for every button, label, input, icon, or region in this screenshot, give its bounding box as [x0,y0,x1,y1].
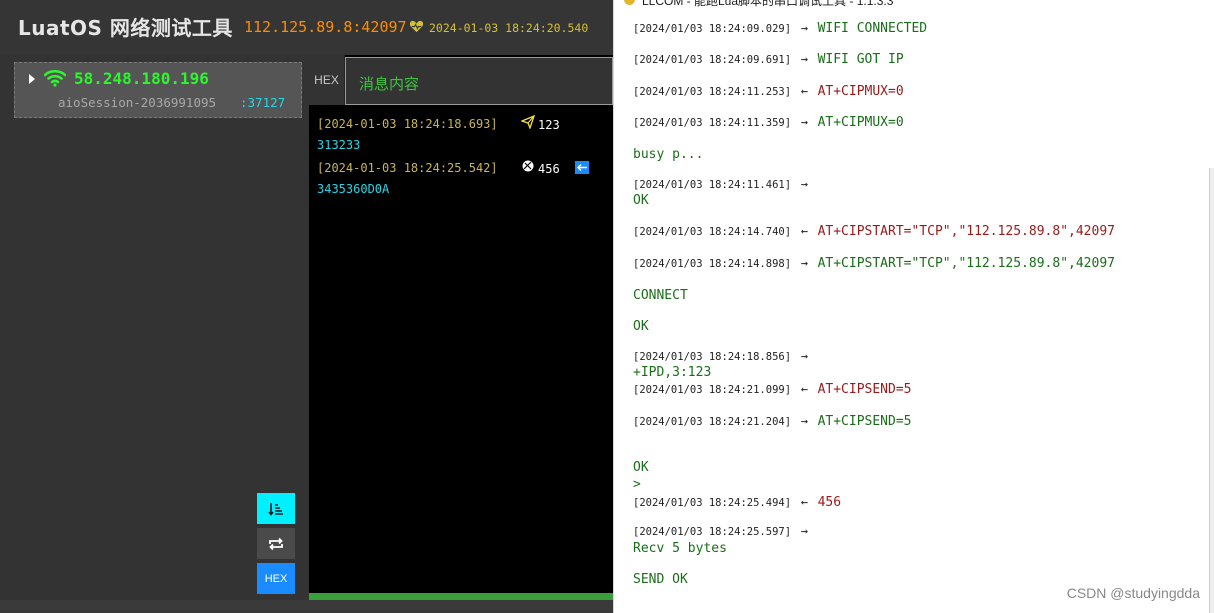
client-session-card[interactable]: 58.248.180.196 aioSession-2036991095 :37… [14,62,302,118]
watermark: CSDN @studyingdda [1066,585,1200,601]
log-text: AT+CIPSEND=5 [817,414,912,429]
message-text: 123 [538,118,560,132]
message-input[interactable]: 消息内容 [345,57,613,105]
message-text: 456 [538,162,560,176]
log-timestamp: [2024/01/03 18:24:21.204] [633,416,792,428]
log-timestamp: [2024/01/03 18:24:11.461] [633,179,792,191]
log-text: AT+CIPSTART="TCP","112.125.89.8",42097 [817,224,1115,239]
log-timestamp: [2024/01/03 18:24:09.029] [633,23,792,35]
log-line: Recv 5 bytes [633,537,727,556]
log-text: OK [633,319,649,334]
log-text: AT+CIPSTART="TCP","112.125.89.8",42097 [817,256,1115,271]
repeat-icon [269,537,283,550]
message-time: [2024-01-03 18:24:18.693] [317,117,498,131]
send-icon [521,115,535,129]
log-text: WIFI CONNECTED [817,21,928,36]
log-line: [2024/01/03 18:24:21.204] → AT+CIPSEND=5 [633,410,911,429]
log-scrollbar[interactable] [1209,168,1214,613]
log-line: [2024/01/03 18:24:09.691] → WIFI GOT IP [633,48,904,67]
log-text: busy p... [633,147,704,162]
session-name: aioSession-2036991095 [58,95,217,110]
llcom-logo-icon [624,0,635,5]
luatos-header: LuatOS 网络测试工具 112.125.89.8:42097 2024-01… [0,0,613,55]
log-line: [2024/01/03 18:24:11.253] ← AT+CIPMUX=0 [633,80,904,99]
message-list: [2024-01-03 18:24:18.693] 123 313233 [20… [317,114,609,202]
session-port: :37127 [240,95,286,110]
log-timestamp: [2024/01/03 18:24:14.740] [633,226,792,238]
log-line: [2024/01/03 18:24:11.359] → AT+CIPMUX=0 [633,111,904,130]
llcom-title: LLCOM - 能跑Lua脚本的串口调试工具 - 1.1.3.3 [642,0,894,8]
hex-toggle-button[interactable]: HEX [257,563,295,594]
receive-icon [522,160,534,172]
log-timestamp: [2024/01/03 18:24:11.253] [633,86,792,98]
input-hex-toggle[interactable]: HEX [309,55,345,105]
caret-right-icon[interactable] [29,74,35,84]
log-text: AT+CIPSEND=5 [817,382,912,397]
luatos-window: LuatOS 网络测试工具 112.125.89.8:42097 2024-01… [0,0,613,613]
log-line: > [633,473,641,492]
log-direction: → [800,52,808,66]
log-text: 456 [817,495,842,510]
status-bar [309,593,613,600]
log-timestamp: [2024/01/03 18:24:09.691] [633,54,792,66]
app-title: LuatOS 网络测试工具 [18,16,233,40]
log-text: CONNECT [633,288,688,303]
log-direction: → [800,115,808,129]
log-direction: → [800,256,808,270]
log-text: WIFI GOT IP [817,52,904,67]
log-line: [2024/01/03 18:24:14.898] → AT+CIPSTART=… [633,252,1115,271]
log-line: [2024/01/03 18:24:14.740] ← AT+CIPSTART=… [633,220,1115,239]
message-panel: HEX 消息内容 [2024-01-03 18:24:18.693] 123 3… [309,55,613,600]
message-hex-data: 3435360D0A [317,182,390,196]
log-line: SEND OK [633,568,688,587]
log-text: Recv 5 bytes [633,541,727,556]
log-line: CONNECT [633,284,688,303]
arrow-left-icon [575,161,589,174]
message-data-row: 3435360D0A [317,180,609,202]
server-address[interactable]: 112.125.89.8:42097 [244,18,407,36]
log-line: [2024/01/03 18:24:21.099] ← AT+CIPSEND=5 [633,378,911,397]
log-direction: ← [800,84,808,98]
log-direction: → [800,177,808,191]
wifi-icon [44,69,66,87]
server-time: 2024-01-03 18:24:20.540 [429,21,589,35]
log-direction: ← [800,224,808,238]
message-hex-data: 313233 [317,138,361,152]
log-text: AT+CIPMUX=0 [817,115,904,130]
log-line: OK [633,189,649,208]
log-line: [2024/01/03 18:24:11.461] → [633,173,808,192]
client-ip: 58.248.180.196 [74,69,209,88]
sort-icon [268,502,283,516]
log-line: OK [633,315,649,334]
log-text: AT+CIPMUX=0 [817,84,904,99]
log-direction: → [800,414,808,428]
log-timestamp: [2024/01/03 18:24:11.359] [633,117,792,129]
log-direction: → [800,524,808,538]
message-time: [2024-01-03 18:24:25.542] [317,161,498,175]
log-text: SEND OK [633,572,688,587]
log-line: [2024/01/03 18:24:25.494] ← 456 [633,491,841,510]
log-line: busy p... [633,143,703,162]
sort-button[interactable] [257,493,295,524]
heartbeat-icon [409,20,424,33]
log-line: [2024/01/03 18:24:09.029] → WIFI CONNECT… [633,17,927,36]
message-data-row: 313233 [317,136,609,158]
log-direction: ← [800,382,808,396]
log-direction: → [800,349,808,363]
log-timestamp: [2024/01/03 18:24:21.099] [633,384,792,396]
log-direction: ← [800,495,808,509]
log-text: > [633,477,641,492]
message-row: [2024-01-03 18:24:25.542] 456 [317,158,609,180]
bottom-strip [0,600,613,613]
llcom-window: LLCOM - 能跑Lua脚本的串口调试工具 - 1.1.3.3 [2024/0… [613,0,1214,613]
repeat-button[interactable] [257,528,295,559]
log-timestamp: [2024/01/03 18:24:25.494] [633,497,792,509]
message-row: [2024-01-03 18:24:18.693] 123 [317,114,609,136]
log-direction: → [800,21,808,35]
log-text: OK [633,193,649,208]
log-timestamp: [2024/01/03 18:24:14.898] [633,258,792,270]
